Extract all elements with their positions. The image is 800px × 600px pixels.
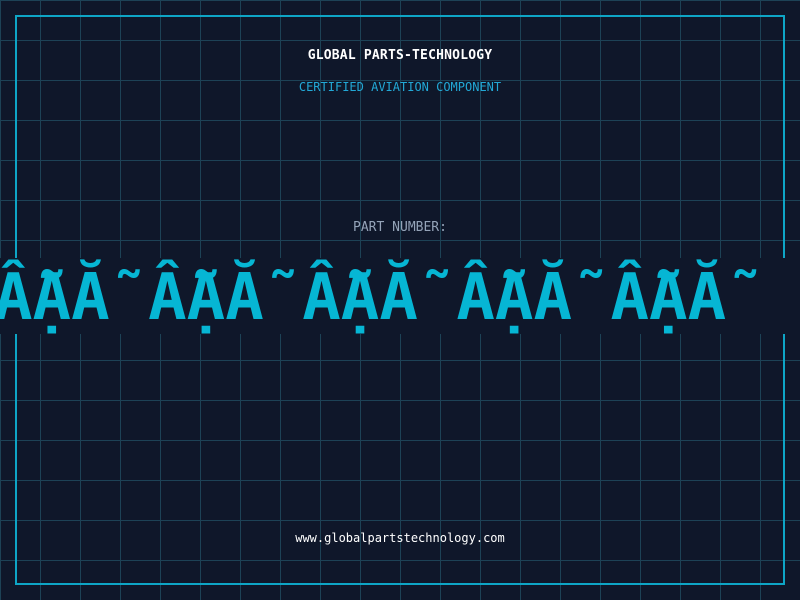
certification-subtitle: CERTIFIED AVIATION COMPONENT — [298, 80, 502, 94]
part-number-value: ẪẠẴ ẪẠẴ ẪẠẴ ẪẠẴ ẪẠẴ — [0, 261, 727, 334]
part-number-band: ẪẠẴ ẪẠẴ ẪẠẴ ẪẠẴ ẪẠẴ — [0, 258, 800, 334]
company-name: GLOBAL PARTS-TECHNOLOGY — [307, 48, 493, 63]
part-number-label: PART NUMBER: — [353, 220, 447, 235]
website-url: www.globalpartstechnology.com — [295, 531, 505, 545]
